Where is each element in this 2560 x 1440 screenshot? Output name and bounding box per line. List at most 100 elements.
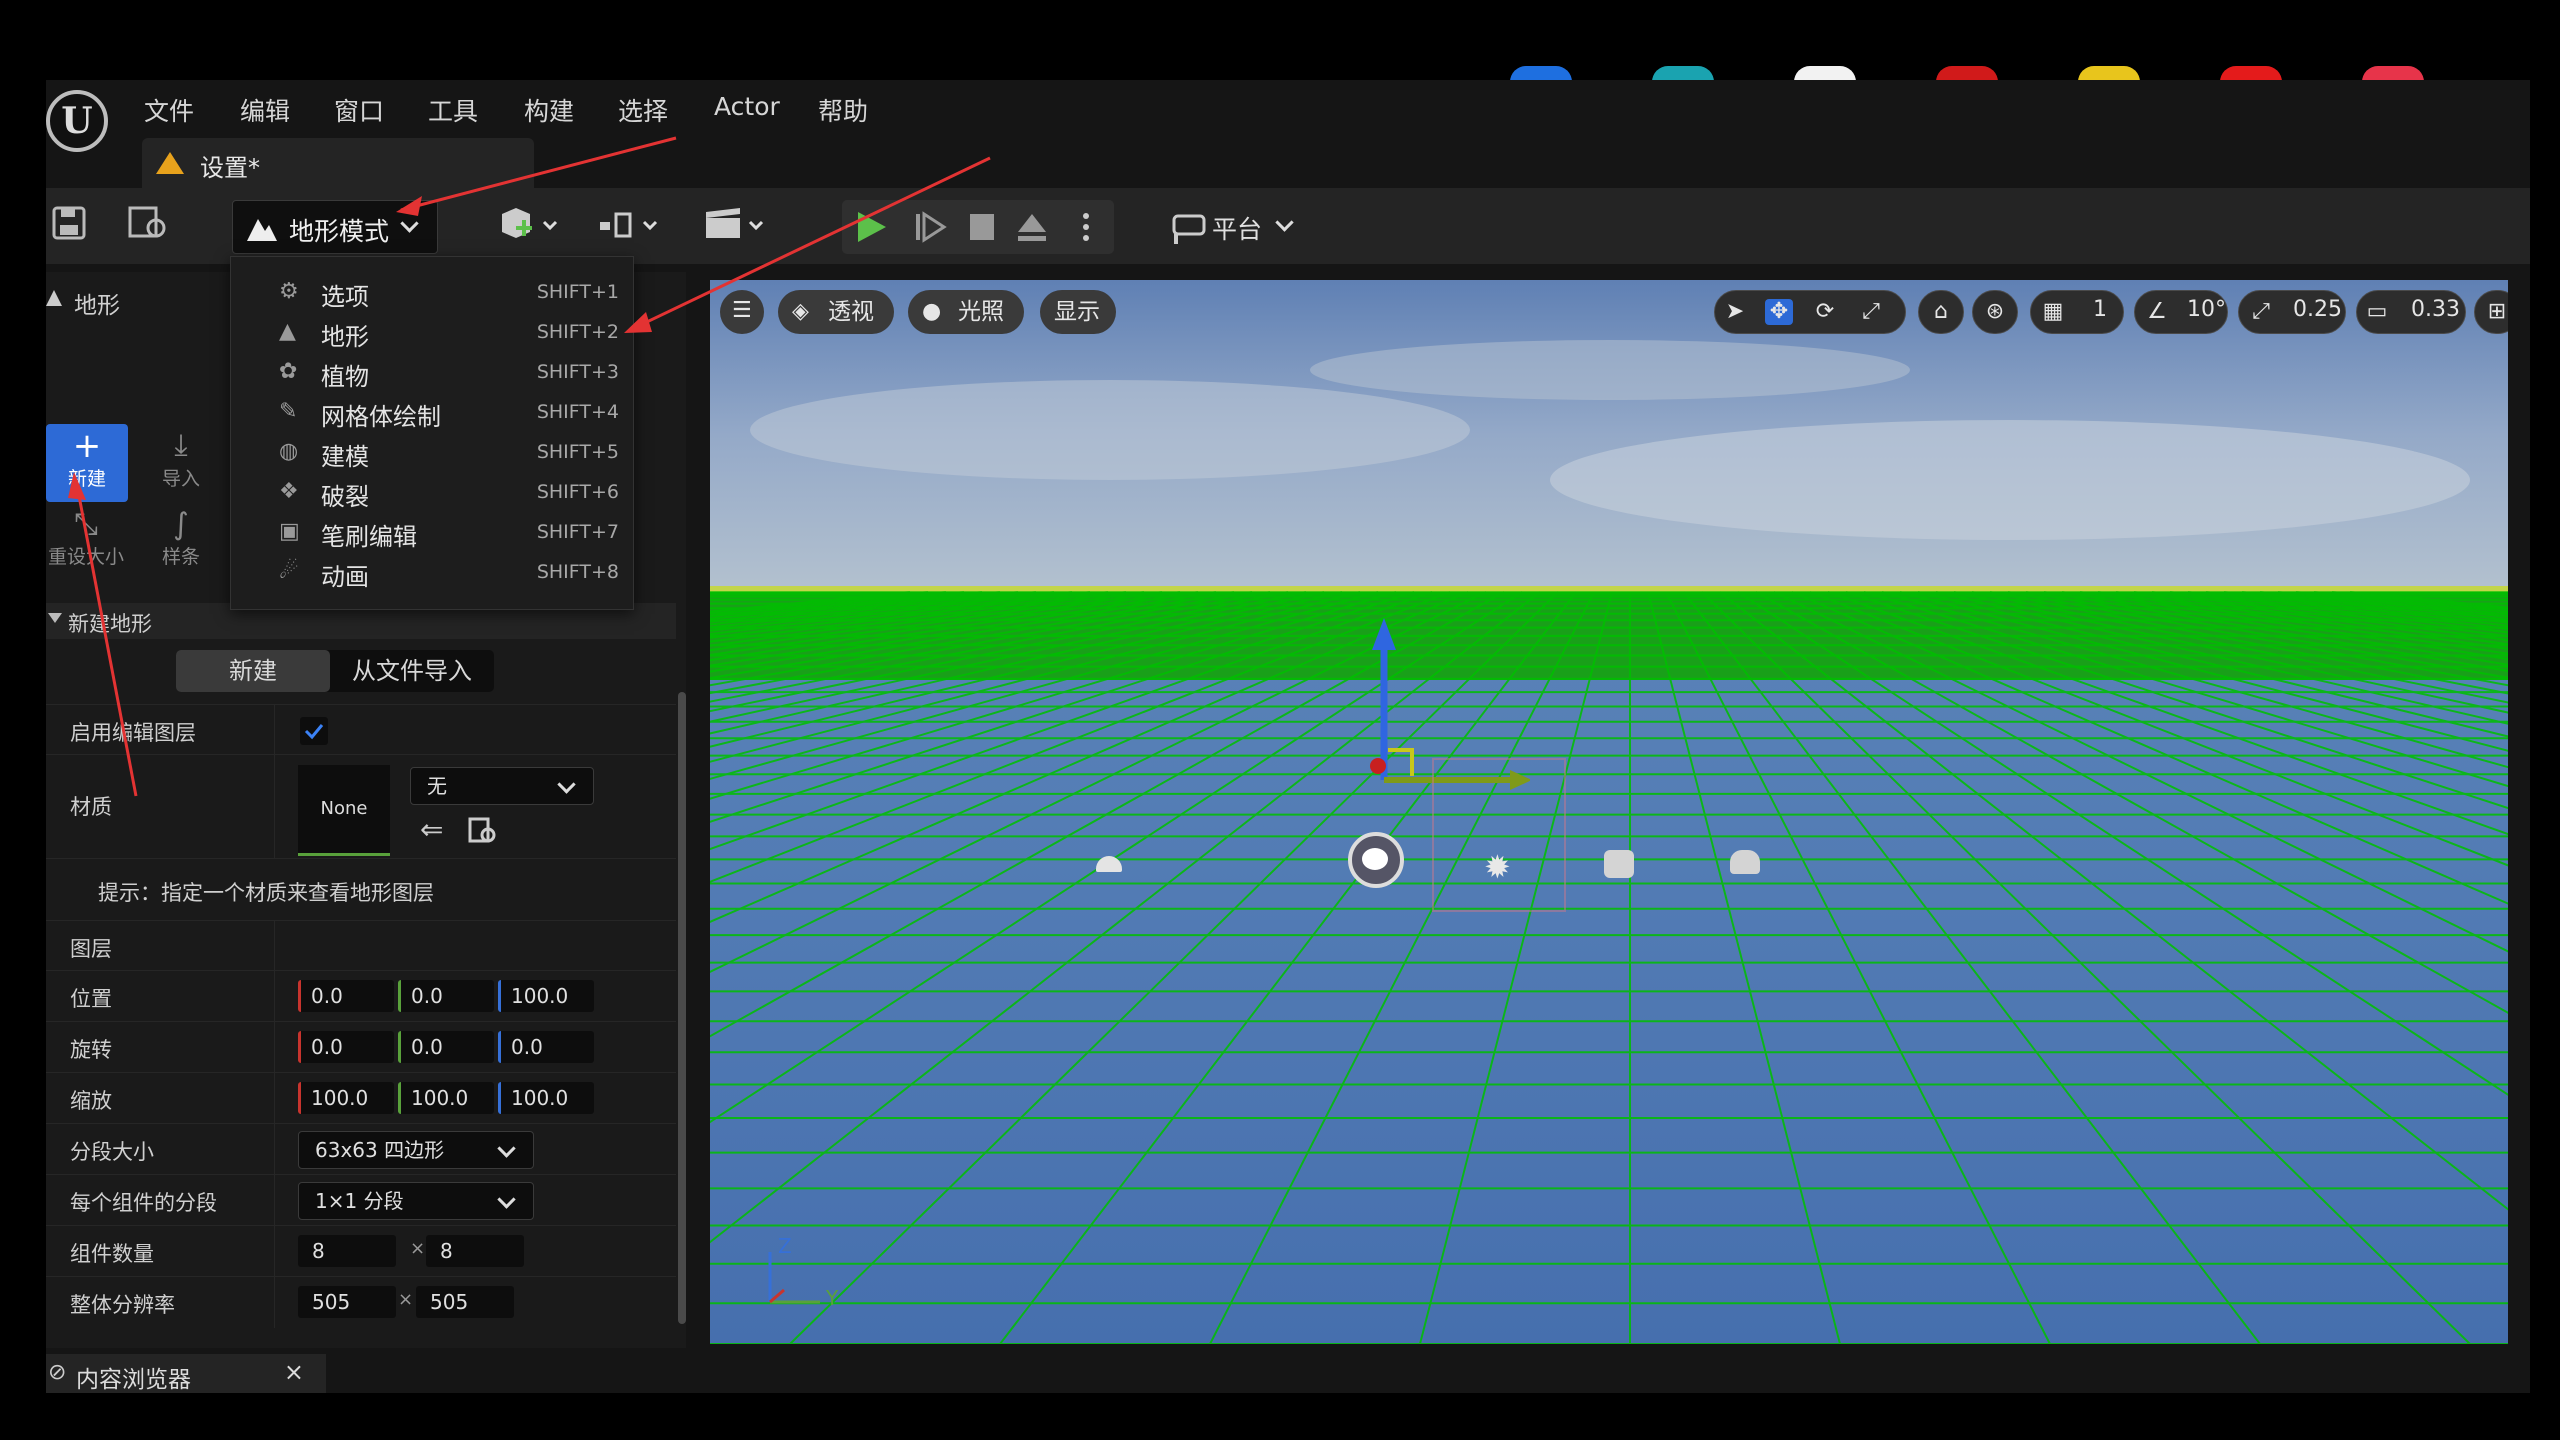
show-label: 显示 (1054, 299, 1100, 325)
platforms-button[interactable]: 平台 (1166, 200, 1306, 252)
grid-snap-group[interactable]: ▦ 1 (2030, 290, 2124, 334)
component-count-y-field[interactable]: 8 (426, 1235, 524, 1267)
menu-select[interactable]: 选择 (618, 92, 668, 128)
transform-tools-group: ➤ ✥ ⟳ ⤢ (1714, 290, 1906, 334)
enable-edit-layers-checkbox[interactable] (300, 717, 328, 745)
material-combo[interactable]: 无 (410, 767, 594, 805)
menu-help[interactable]: 帮助 (818, 92, 868, 128)
menu-file[interactable]: 文件 (144, 92, 194, 128)
location-z-field[interactable]: 100.0 (498, 980, 594, 1012)
stop-icon[interactable] (966, 210, 998, 244)
row-divider (274, 1124, 275, 1175)
sky-atmosphere-icon[interactable] (1604, 850, 1634, 878)
mode-menu-item-animation[interactable]: ☄ 动画 SHIFT+8 (231, 551, 633, 591)
cinematics-button[interactable] (700, 200, 776, 252)
add-cube-icon (502, 208, 558, 238)
mode-menu-item-mesh-paint[interactable]: ✎ 网格体绘制 SHIFT+4 (231, 391, 633, 431)
scale-label: 缩放 (70, 1089, 112, 1113)
mode-menu-item-fracture[interactable]: ❖ 破裂 SHIFT+6 (231, 471, 633, 511)
component-count-x-field[interactable]: 8 (298, 1235, 396, 1267)
show-button[interactable]: 显示 (1040, 290, 1116, 334)
gear-icon: ⚙ (279, 279, 299, 304)
mode-menu-item-brush-edit[interactable]: ▣ 笔刷编辑 SHIFT+7 (231, 511, 633, 551)
panel-scrollbar[interactable] (678, 692, 686, 1324)
spline-tool[interactable]: ∫ 样条 (140, 508, 222, 586)
mode-menu-item-landscape[interactable]: ▲ 地形 SHIFT+2 (231, 311, 633, 351)
mode-menu-item-label: 网格体绘制 (321, 403, 441, 431)
translate-icon[interactable]: ✥ (1765, 299, 1793, 325)
scale-z-field[interactable]: 100.0 (498, 1082, 594, 1114)
scale-y-field[interactable]: 100.0 (398, 1082, 494, 1114)
scale-snap-group[interactable]: ⤢ 0.25 (2238, 290, 2346, 334)
add-actor-button[interactable] (494, 200, 570, 252)
viewport-menu-button[interactable]: ☰ (720, 290, 764, 334)
material-thumbnail[interactable]: None (298, 765, 390, 856)
globe-icon: ⊛ (1985, 299, 2005, 324)
import-tool[interactable]: ⤓ 导入 (140, 424, 222, 502)
segment-new[interactable]: 新建 (176, 650, 330, 692)
resize-tool[interactable]: ⤡ 重设大小 (46, 508, 126, 586)
play-icon[interactable] (852, 208, 892, 246)
menu-tools[interactable]: 工具 (428, 92, 478, 128)
row-divider (274, 1175, 275, 1226)
more-options-icon[interactable] (1078, 208, 1094, 246)
sections-per-component-combo[interactable]: 1×1 分段 (298, 1182, 534, 1220)
fog-icon[interactable] (1730, 850, 1760, 874)
mode-menu-item-label: 建模 (321, 443, 369, 471)
hamburger-icon: ☰ (732, 298, 752, 323)
browse-icon[interactable] (126, 200, 176, 252)
menu-edit[interactable]: 编辑 (240, 92, 290, 128)
mode-menu-item-shortcut: SHIFT+7 (536, 521, 619, 543)
browse-icon[interactable] (466, 815, 500, 847)
scale-icon[interactable]: ⤢ (1857, 299, 1885, 325)
mode-menu-item-options[interactable]: ⚙ 选项 SHIFT+1 (231, 271, 633, 311)
location-row: 位置 0.0 0.0 100.0 (46, 970, 676, 1022)
rotation-z-field[interactable]: 0.0 (498, 1031, 594, 1063)
location-x-field[interactable]: 0.0 (298, 980, 394, 1012)
location-y-field[interactable]: 0.0 (398, 980, 494, 1012)
spline-icon: ∫ (173, 507, 189, 542)
lit-button[interactable]: ● 光照 (908, 290, 1024, 334)
plus-icon: + (72, 426, 102, 466)
content-browser-tab[interactable]: ⊘ 内容浏览器 × (46, 1354, 326, 1393)
rotation-y-field[interactable]: 0.0 (398, 1031, 494, 1063)
unreal-logo-icon[interactable]: U (46, 90, 108, 152)
content-browser-label: 内容浏览器 (76, 1367, 191, 1393)
save-icon[interactable] (50, 200, 94, 252)
chevron-down-icon (497, 1139, 516, 1158)
perspective-button[interactable]: ◈ 透视 (778, 290, 894, 334)
segment-import-from-file[interactable]: 从文件导入 (330, 650, 494, 692)
main-toolbar: 地形模式 平台 (46, 188, 2530, 264)
menu-window[interactable]: 窗口 (334, 92, 384, 128)
lit-label: 光照 (958, 299, 1004, 325)
level-viewport[interactable]: ✹ Z Y ☰ ◈ 透视 ● 光照 显示 ➤ ✥ ⟳ ⤢ ⌂ ⊛ ▦ 1 ∠ 1… (710, 280, 2508, 1344)
section-size-row: 分段大小 63x63 四边形 (46, 1123, 676, 1175)
hint-row: 提示：指定一个材质来查看地形图层 (46, 858, 676, 921)
checkmark-icon (304, 724, 324, 740)
material-combo-value: 无 (427, 774, 447, 798)
blueprint-button[interactable] (594, 200, 670, 252)
section-size-combo[interactable]: 63x63 四边形 (298, 1131, 534, 1169)
step-icon[interactable] (912, 208, 948, 246)
menu-actor[interactable]: Actor (714, 92, 780, 121)
viewport-scene (710, 280, 2508, 1344)
use-selected-icon[interactable]: ⇐ (420, 813, 443, 846)
resize-tool-label: 重设大小 (47, 546, 124, 568)
surface-snap-button[interactable]: ⌂ (1918, 290, 1964, 334)
select-arrow-icon[interactable]: ➤ (1721, 299, 1749, 325)
new-landscape-tool[interactable]: + 新建 (46, 424, 128, 502)
mode-selector-button[interactable]: 地形模式 (232, 200, 438, 254)
mode-menu-item-modeling[interactable]: ◍ 建模 SHIFT+5 (231, 431, 633, 471)
level-tab[interactable]: 设置* (142, 138, 534, 188)
surface-snap-icon: ⌂ (1934, 299, 1948, 324)
rotation-snap-group[interactable]: ∠ 10° (2134, 290, 2228, 334)
world-local-button[interactable]: ⊛ (1972, 290, 2018, 334)
rotate-icon[interactable]: ⟳ (1811, 299, 1839, 325)
mode-menu-item-foliage[interactable]: ✿ 植物 SHIFT+3 (231, 351, 633, 391)
eject-icon[interactable] (1014, 208, 1050, 246)
close-icon[interactable]: × (284, 1358, 304, 1386)
rotation-x-field[interactable]: 0.0 (298, 1031, 394, 1063)
scale-x-field[interactable]: 100.0 (298, 1082, 394, 1114)
menu-build[interactable]: 构建 (524, 92, 574, 128)
camera-speed-group[interactable]: ▭ 0.33 (2356, 290, 2466, 334)
